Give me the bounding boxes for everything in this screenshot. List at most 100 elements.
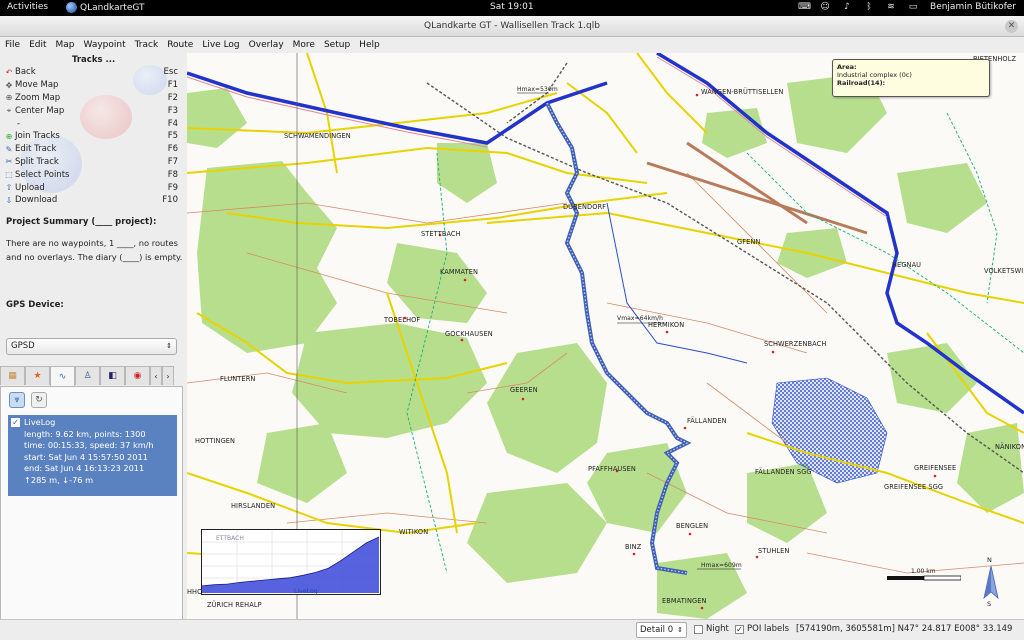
tool-label: Select Points [15, 169, 70, 180]
tab-scroll-left[interactable]: ‹ [150, 366, 162, 385]
menu-help[interactable]: Help [359, 40, 380, 50]
menu-edit[interactable]: Edit [29, 40, 46, 50]
activities-button[interactable]: Activities [7, 2, 48, 12]
map-icon: ▦ [8, 371, 17, 381]
tool-item[interactable]: ↶ Back Esc [3, 66, 183, 79]
app-menu-button[interactable]: QLandkarteGT [66, 2, 145, 13]
tab-waypoints[interactable]: ★ [25, 366, 50, 385]
select-arrows-icon: ⇕ [166, 342, 172, 350]
night-label: Night [706, 624, 729, 634]
place-label: GEEREN [510, 386, 538, 394]
tool-item[interactable]: ⌖ Center Map F3 [3, 104, 183, 117]
poi-labels-checkbox-box[interactable]: ✓ [735, 624, 744, 634]
tab-routes[interactable]: ♙ [75, 366, 100, 385]
tool-shortcut: F3 [167, 105, 178, 116]
menu-waypoint[interactable]: Waypoint [84, 40, 126, 50]
track-reset-button[interactable]: ↻ [31, 392, 47, 408]
tool-list: ↶ Back Esc ✥ Move Map F1 ⊕ Zoom Map F2 ⌖ Center Ma… [3, 66, 183, 207]
keyboard-icon[interactable]: ⌨ [798, 2, 811, 12]
track-elevation: ↑285 m, ↓-76 m [24, 474, 94, 485]
track-panel: ⩔ ↻ ✓ LiveLog length: 9.62 km, points: 1… [0, 386, 183, 620]
track-speed-label: Vmax=64km/h [617, 315, 664, 322]
panel-tabs: ▦ ★ ∿ ♙ ◧ ◉ ‹ › [0, 366, 187, 386]
tool-shortcut: F7 [167, 156, 178, 167]
tool-label: - [17, 118, 21, 129]
clock[interactable]: Sat 19:01 [490, 2, 534, 12]
tool-item[interactable]: ✂ Split Track F7 [3, 156, 183, 169]
elevation-profile-preview[interactable]: ETTBACH LiveLog [201, 529, 381, 595]
volume-icon[interactable]: ♪ [842, 2, 852, 12]
overlay-icon: ◧ [108, 371, 117, 381]
menu-map[interactable]: Map [56, 40, 75, 50]
wifi-icon[interactable]: ≋ [886, 2, 896, 12]
menu-track[interactable]: Track [135, 40, 159, 50]
gps-device-select[interactable]: GPSD ⇕ [6, 338, 177, 355]
tool-item: - F4 [3, 117, 183, 130]
track-visible-checkbox[interactable]: ✓ [11, 418, 20, 427]
place-label: PFAFFHAUSEN [588, 465, 636, 473]
track-height-label: Hmax=609m [701, 562, 742, 569]
split-track-icon: ✂ [5, 157, 13, 167]
track-end: end: Sat Jun 4 16:13:23 2011 [24, 463, 145, 474]
battery-icon[interactable]: ▭ [908, 2, 918, 12]
track-filter-button[interactable]: ⩔ [9, 392, 25, 408]
menu-setup[interactable]: Setup [324, 40, 350, 50]
filter-icon: ⩔ [14, 395, 20, 405]
night-checkbox[interactable]: Night [694, 624, 729, 634]
accessibility-icon[interactable]: ☺ [820, 2, 830, 12]
star-icon: ★ [33, 371, 42, 381]
tool-item[interactable]: ⊕ Zoom Map F2 [3, 92, 183, 105]
bluetooth-icon[interactable]: ᛒ [864, 2, 874, 12]
move-map-icon: ✥ [5, 80, 13, 90]
track-length: length: 9.62 km, points: 1300 [24, 428, 146, 439]
profile-track-label: LiveLog [294, 588, 318, 595]
tab-maps[interactable]: ▦ [0, 366, 25, 385]
center-map-icon: ⌖ [6, 105, 12, 115]
tool-item[interactable]: ✎ Edit Track F6 [3, 143, 183, 156]
menu-overlay[interactable]: Overlay [249, 40, 284, 50]
profile-area [202, 537, 379, 593]
tab-diary[interactable]: ◉ [125, 366, 150, 385]
select-points-icon: ⬚ [5, 170, 13, 180]
tab-overlays[interactable]: ◧ [100, 366, 125, 385]
tool-item[interactable]: ✥ Move Map F1 [3, 79, 183, 92]
compass-south: S [987, 600, 992, 608]
detail-level-select[interactable]: Detail 0 ⇕ [636, 622, 687, 638]
tool-label: Zoom Map [15, 92, 61, 103]
track-height-label: Hmax=530m [517, 86, 558, 93]
place-label: HEGNAU [892, 261, 922, 269]
close-window-button[interactable]: ✕ [1005, 20, 1018, 33]
night-checkbox-box[interactable] [694, 624, 703, 634]
project-summary-text: There are no waypoints, 1 ____, no route… [6, 238, 183, 262]
user-menu[interactable]: Benjamin Bütikofer [930, 2, 1016, 12]
tool-item[interactable]: ⊕ Join Tracks F5 [3, 130, 183, 143]
track-icon: ∿ [58, 371, 67, 382]
tool-shortcut: F10 [162, 195, 178, 206]
project-summary-title: Project Summary (____ project): [6, 217, 157, 227]
tab-scroll-right[interactable]: › [162, 366, 174, 385]
menu-live-log[interactable]: Live Log [202, 40, 239, 50]
zoom-map-icon: ⊕ [5, 93, 13, 103]
tool-shortcut: Esc [163, 67, 178, 78]
menu-route[interactable]: Route [167, 40, 193, 50]
poi-labels-checkbox[interactable]: ✓ POI labels [735, 624, 789, 634]
tab-tracks[interactable]: ∿ [50, 366, 75, 386]
upload-icon: ⇧ [5, 183, 13, 193]
place-label: SCHWERZENBACH [764, 340, 827, 348]
scale-bar-graphic [887, 575, 961, 581]
track-list-item[interactable]: ✓ LiveLog length: 9.62 km, points: 1300 … [8, 415, 177, 496]
menu-file[interactable]: File [5, 40, 20, 50]
map-canvas[interactable]: SCHWAMENDINGEN WANGEN-BRÜTTISELLEN DÜBEN… [187, 53, 1024, 619]
place-label: WITIKON [399, 528, 429, 536]
menu-more[interactable]: More [293, 40, 315, 50]
qlandkarte-app-icon [66, 2, 77, 13]
tool-shortcut: F1 [167, 80, 178, 91]
track-start: start: Sat Jun 4 15:57:50 2011 [24, 451, 148, 462]
place-label: TOBELHOF [384, 316, 421, 324]
place-label: GREIFENSEE [914, 464, 957, 472]
place-label: EBMATINGEN [662, 597, 707, 605]
tool-item[interactable]: ⇩ Download F10 [3, 194, 183, 207]
tool-item[interactable]: ⇧ Upload F9 [3, 181, 183, 194]
place-label: HOTTINGEN [195, 437, 236, 445]
tool-item[interactable]: ⬚ Select Points F8 [3, 168, 183, 181]
